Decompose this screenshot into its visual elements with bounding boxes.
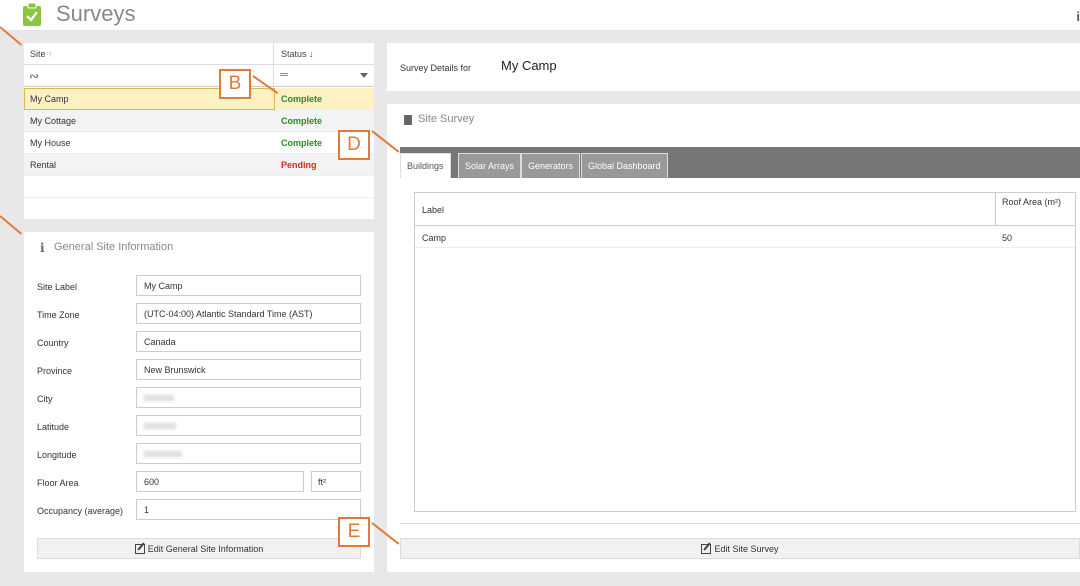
- table-row[interactable]: Rental Pending: [24, 154, 374, 176]
- details-site-name: My Camp: [501, 58, 557, 73]
- floor-area-unit[interactable]: ft²: [311, 471, 361, 492]
- province-field[interactable]: New Brunswick: [136, 359, 361, 380]
- time-zone-field[interactable]: (UTC-04:00) Atlantic Standard Time (AST): [136, 303, 361, 324]
- callout-e: E: [338, 517, 370, 547]
- field-label-latitude: Latitude: [37, 422, 70, 432]
- filter-site-input[interactable]: ∾: [29, 69, 39, 83]
- site-grid: Site ↑ Status ↓ ∾ ═ My Camp Complete My …: [24, 43, 374, 219]
- tab-solar-arrays[interactable]: Solar Arrays: [458, 153, 522, 178]
- column-header-label[interactable]: Label: [422, 205, 444, 215]
- occupancy-field[interactable]: 1: [136, 499, 361, 520]
- info-icon[interactable]: i: [1076, 9, 1080, 24]
- site-survey-panel: Site Survey Buildings Solar Arrays Gener…: [387, 104, 1080, 572]
- general-site-info-panel: i General Site Information Site Label My…: [24, 232, 374, 572]
- panel-title: General Site Information: [54, 241, 174, 253]
- edit-icon: [701, 544, 712, 554]
- country-field[interactable]: Canada: [136, 331, 361, 352]
- column-divider[interactable]: [995, 193, 996, 226]
- cell-status: Complete: [281, 116, 323, 126]
- table-row[interactable]: My Camp Complete: [24, 88, 374, 110]
- field-label-longitude: Longitude: [37, 450, 77, 460]
- page-title: Surveys: [56, 1, 136, 26]
- arrow-down-icon: ↓: [309, 49, 314, 59]
- table-row[interactable]: Camp 50: [415, 226, 1075, 248]
- cell-site: My House: [30, 138, 71, 148]
- cell-status: Complete: [281, 138, 323, 148]
- field-label-province: Province: [37, 366, 73, 376]
- callout-d: D: [338, 130, 370, 160]
- cell-label: Camp: [422, 233, 447, 243]
- grid-filter-row: ∾ ═: [24, 65, 374, 87]
- tab-generators[interactable]: Generators: [521, 153, 581, 178]
- table-header: Label Roof Area (m²): [415, 193, 1075, 226]
- app-header: Surveys i: [0, 0, 1080, 30]
- callout-b: B: [219, 69, 251, 99]
- field-label-site: Site Label: [37, 282, 78, 292]
- column-header-status[interactable]: Status ↓: [281, 49, 314, 59]
- edit-general-info-button[interactable]: Edit General Site Information: [37, 538, 361, 559]
- panel-title: Site Survey: [418, 113, 475, 125]
- column-header-site[interactable]: Site ↑: [30, 49, 53, 59]
- floor-area-field[interactable]: 600: [136, 471, 304, 492]
- tab-global-dashboard[interactable]: Global Dashboard: [581, 153, 668, 178]
- longitude-field[interactable]: [136, 443, 361, 464]
- tab-buildings[interactable]: Buildings: [400, 153, 451, 178]
- cell-status: Pending: [281, 160, 317, 170]
- clipboard-icon: [404, 115, 412, 125]
- cell-site: My Camp: [30, 94, 69, 104]
- latitude-field[interactable]: [136, 415, 361, 436]
- survey-details-header: Survey Details for My Camp: [387, 43, 1080, 91]
- info-icon: i: [40, 241, 45, 255]
- cell-roof-area: 50: [1002, 233, 1013, 243]
- field-label-country: Country: [37, 338, 69, 348]
- tab-content: Label Roof Area (m²) Camp 50: [400, 178, 1080, 524]
- chevron-down-icon[interactable]: [360, 73, 368, 78]
- empty-row: [24, 176, 374, 198]
- city-field[interactable]: [136, 387, 361, 408]
- filter-status-select[interactable]: ═: [280, 69, 288, 81]
- callout-line: [0, 215, 23, 235]
- cell-status: Complete: [281, 94, 323, 104]
- grid-header: Site ↑ Status ↓: [24, 43, 374, 65]
- field-label-timezone: Time Zone: [37, 310, 80, 320]
- field-label-floor-area: Floor Area: [37, 478, 79, 488]
- column-header-roof-area[interactable]: Roof Area (m²): [1002, 197, 1062, 207]
- table-row[interactable]: My House Complete: [24, 132, 374, 154]
- field-label-city: City: [37, 394, 53, 404]
- clipboard-check-icon: [23, 2, 41, 26]
- edit-icon: [134, 544, 145, 554]
- edit-site-survey-button[interactable]: Edit Site Survey: [400, 538, 1080, 559]
- cell-site: Rental: [30, 160, 57, 170]
- field-label-occupancy: Occupancy (average): [37, 506, 124, 516]
- site-label-field[interactable]: My Camp: [136, 275, 361, 296]
- cell-site: My Cottage: [30, 116, 77, 126]
- tab-bar: Buildings Solar Arrays Generators Global…: [400, 147, 1080, 178]
- buildings-table: Label Roof Area (m²) Camp 50: [414, 192, 1076, 512]
- arrow-up-icon: ↑: [48, 49, 53, 59]
- details-label: Survey Details for: [400, 63, 472, 73]
- table-row[interactable]: My Cottage Complete: [24, 110, 374, 132]
